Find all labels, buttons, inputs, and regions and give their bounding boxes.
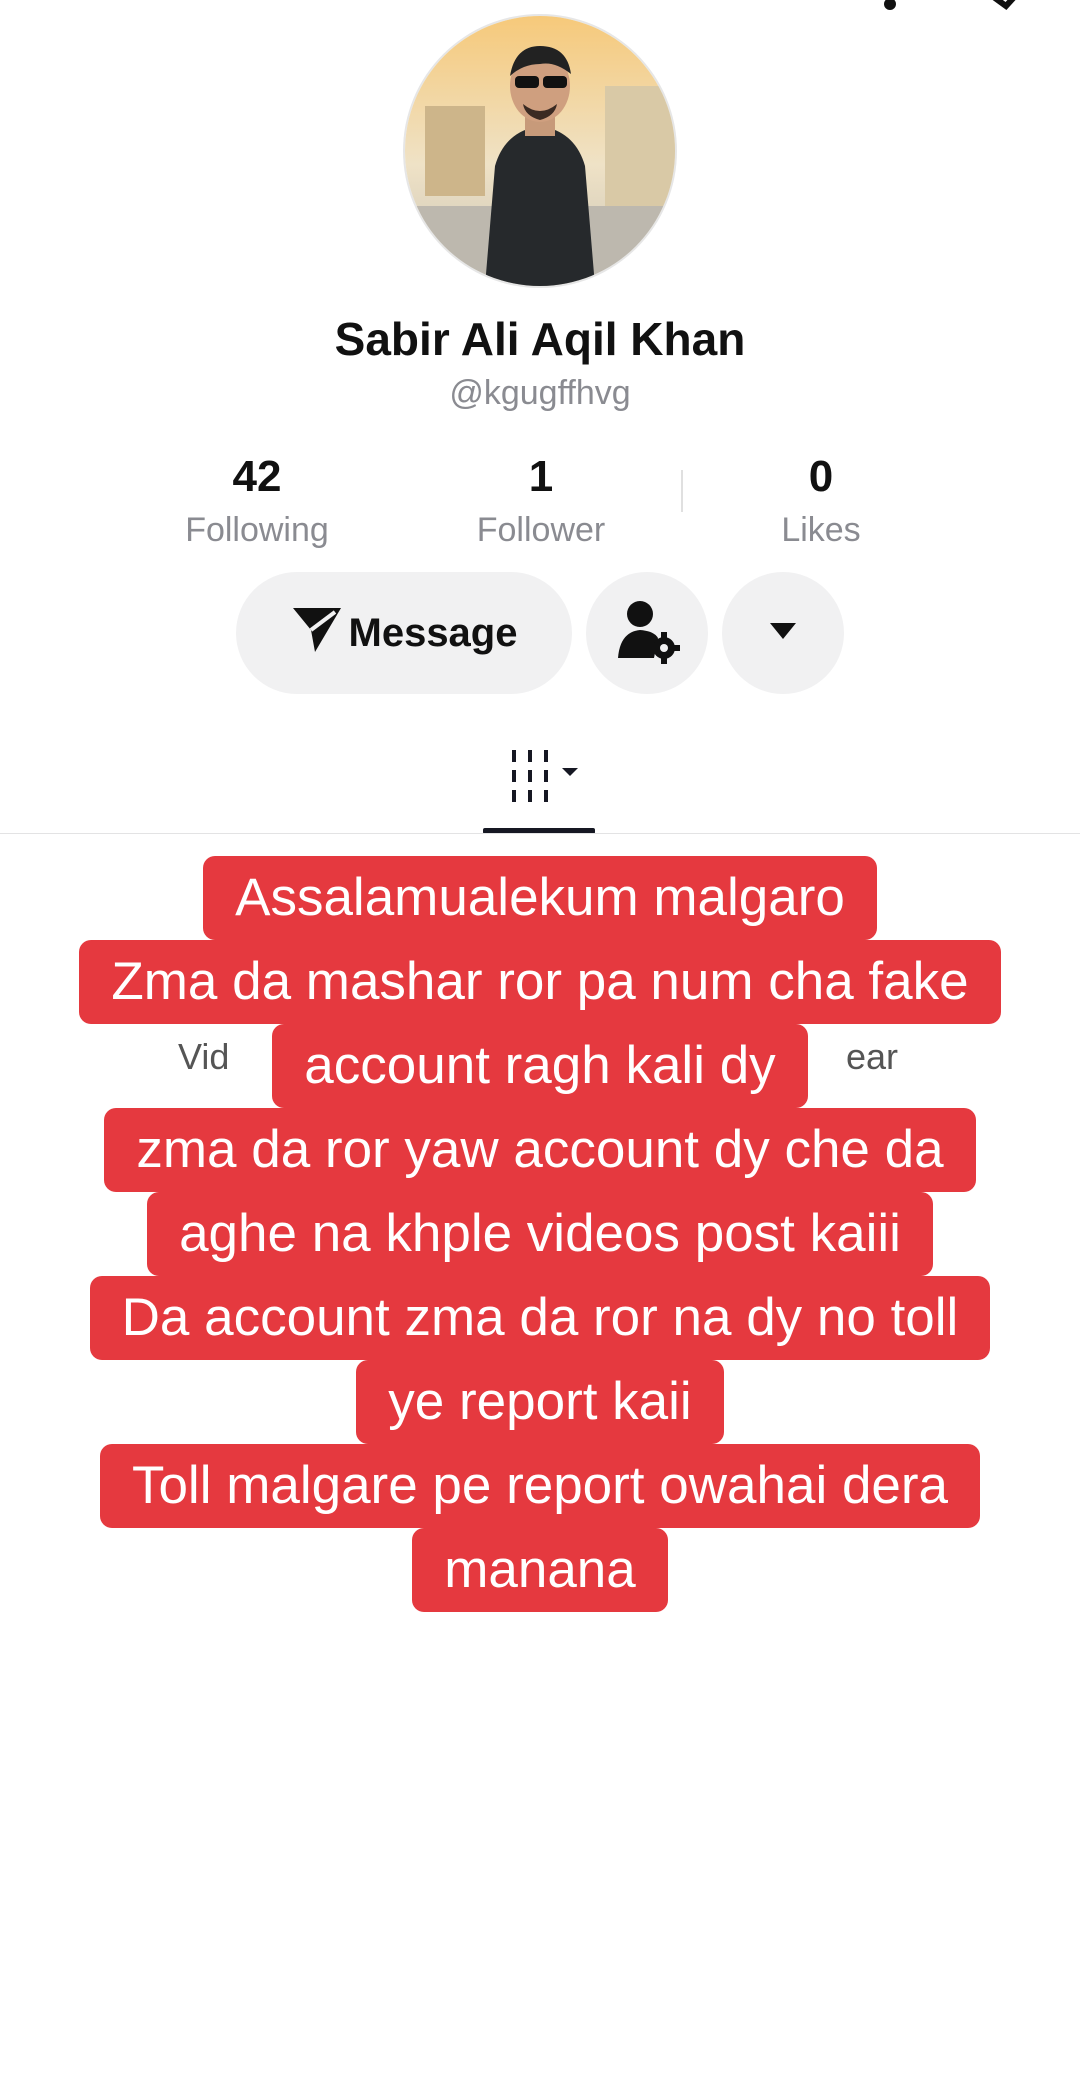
user-gear-icon [614,598,680,669]
profile-handle: @kgugffhvg [449,374,631,412]
notification-icon[interactable] [870,0,910,17]
caption-line: ye report kaii [356,1360,724,1444]
back-icon[interactable] [48,0,88,17]
send-icon [291,602,343,664]
tab-divider [0,833,1080,834]
tab-videos[interactable] [508,748,588,809]
caption-line: manana [412,1528,668,1612]
caption-line: account ragh kali dy [272,1024,808,1108]
stat-following[interactable]: 42 Following [127,455,387,550]
caption-line: Zma da mashar ror pa num cha fake [79,940,1001,1024]
stat-follower-count: 1 [528,452,554,501]
stat-likes[interactable]: 0 Likes [691,455,951,550]
stat-follower[interactable]: 1 Follower [411,455,671,550]
share-icon[interactable] [980,0,1030,17]
stat-likes-count: 0 [808,452,834,501]
caption-line: Da account zma da ror na dy no toll [89,1276,991,1360]
friend-settings-button[interactable] [586,572,708,694]
stat-following-count: 42 [232,452,282,501]
message-button[interactable]: Message [236,572,572,694]
message-button-label: Message [348,610,518,655]
caption-line: Assalamualekum malgaro [203,856,877,940]
stat-following-label: Following [185,511,329,549]
stat-likes-label: Likes [781,511,861,549]
caption-line: aghe na khple videos post kaiii [147,1192,933,1276]
caption-line: zma da ror yaw account dy che da [104,1108,976,1192]
stat-divider [681,470,683,512]
avatar[interactable] [405,16,675,286]
more-options-button[interactable] [722,572,844,694]
profile-name: Sabir Ali Aqil Khan [334,313,746,365]
caption-line: Toll malgare pe report owahai dera [99,1444,981,1528]
caret-down-icon [768,621,798,646]
stat-follower-label: Follower [476,511,606,549]
caption-overlay: Assalamualekum malgaro Zma da mashar ror… [0,856,1080,1612]
